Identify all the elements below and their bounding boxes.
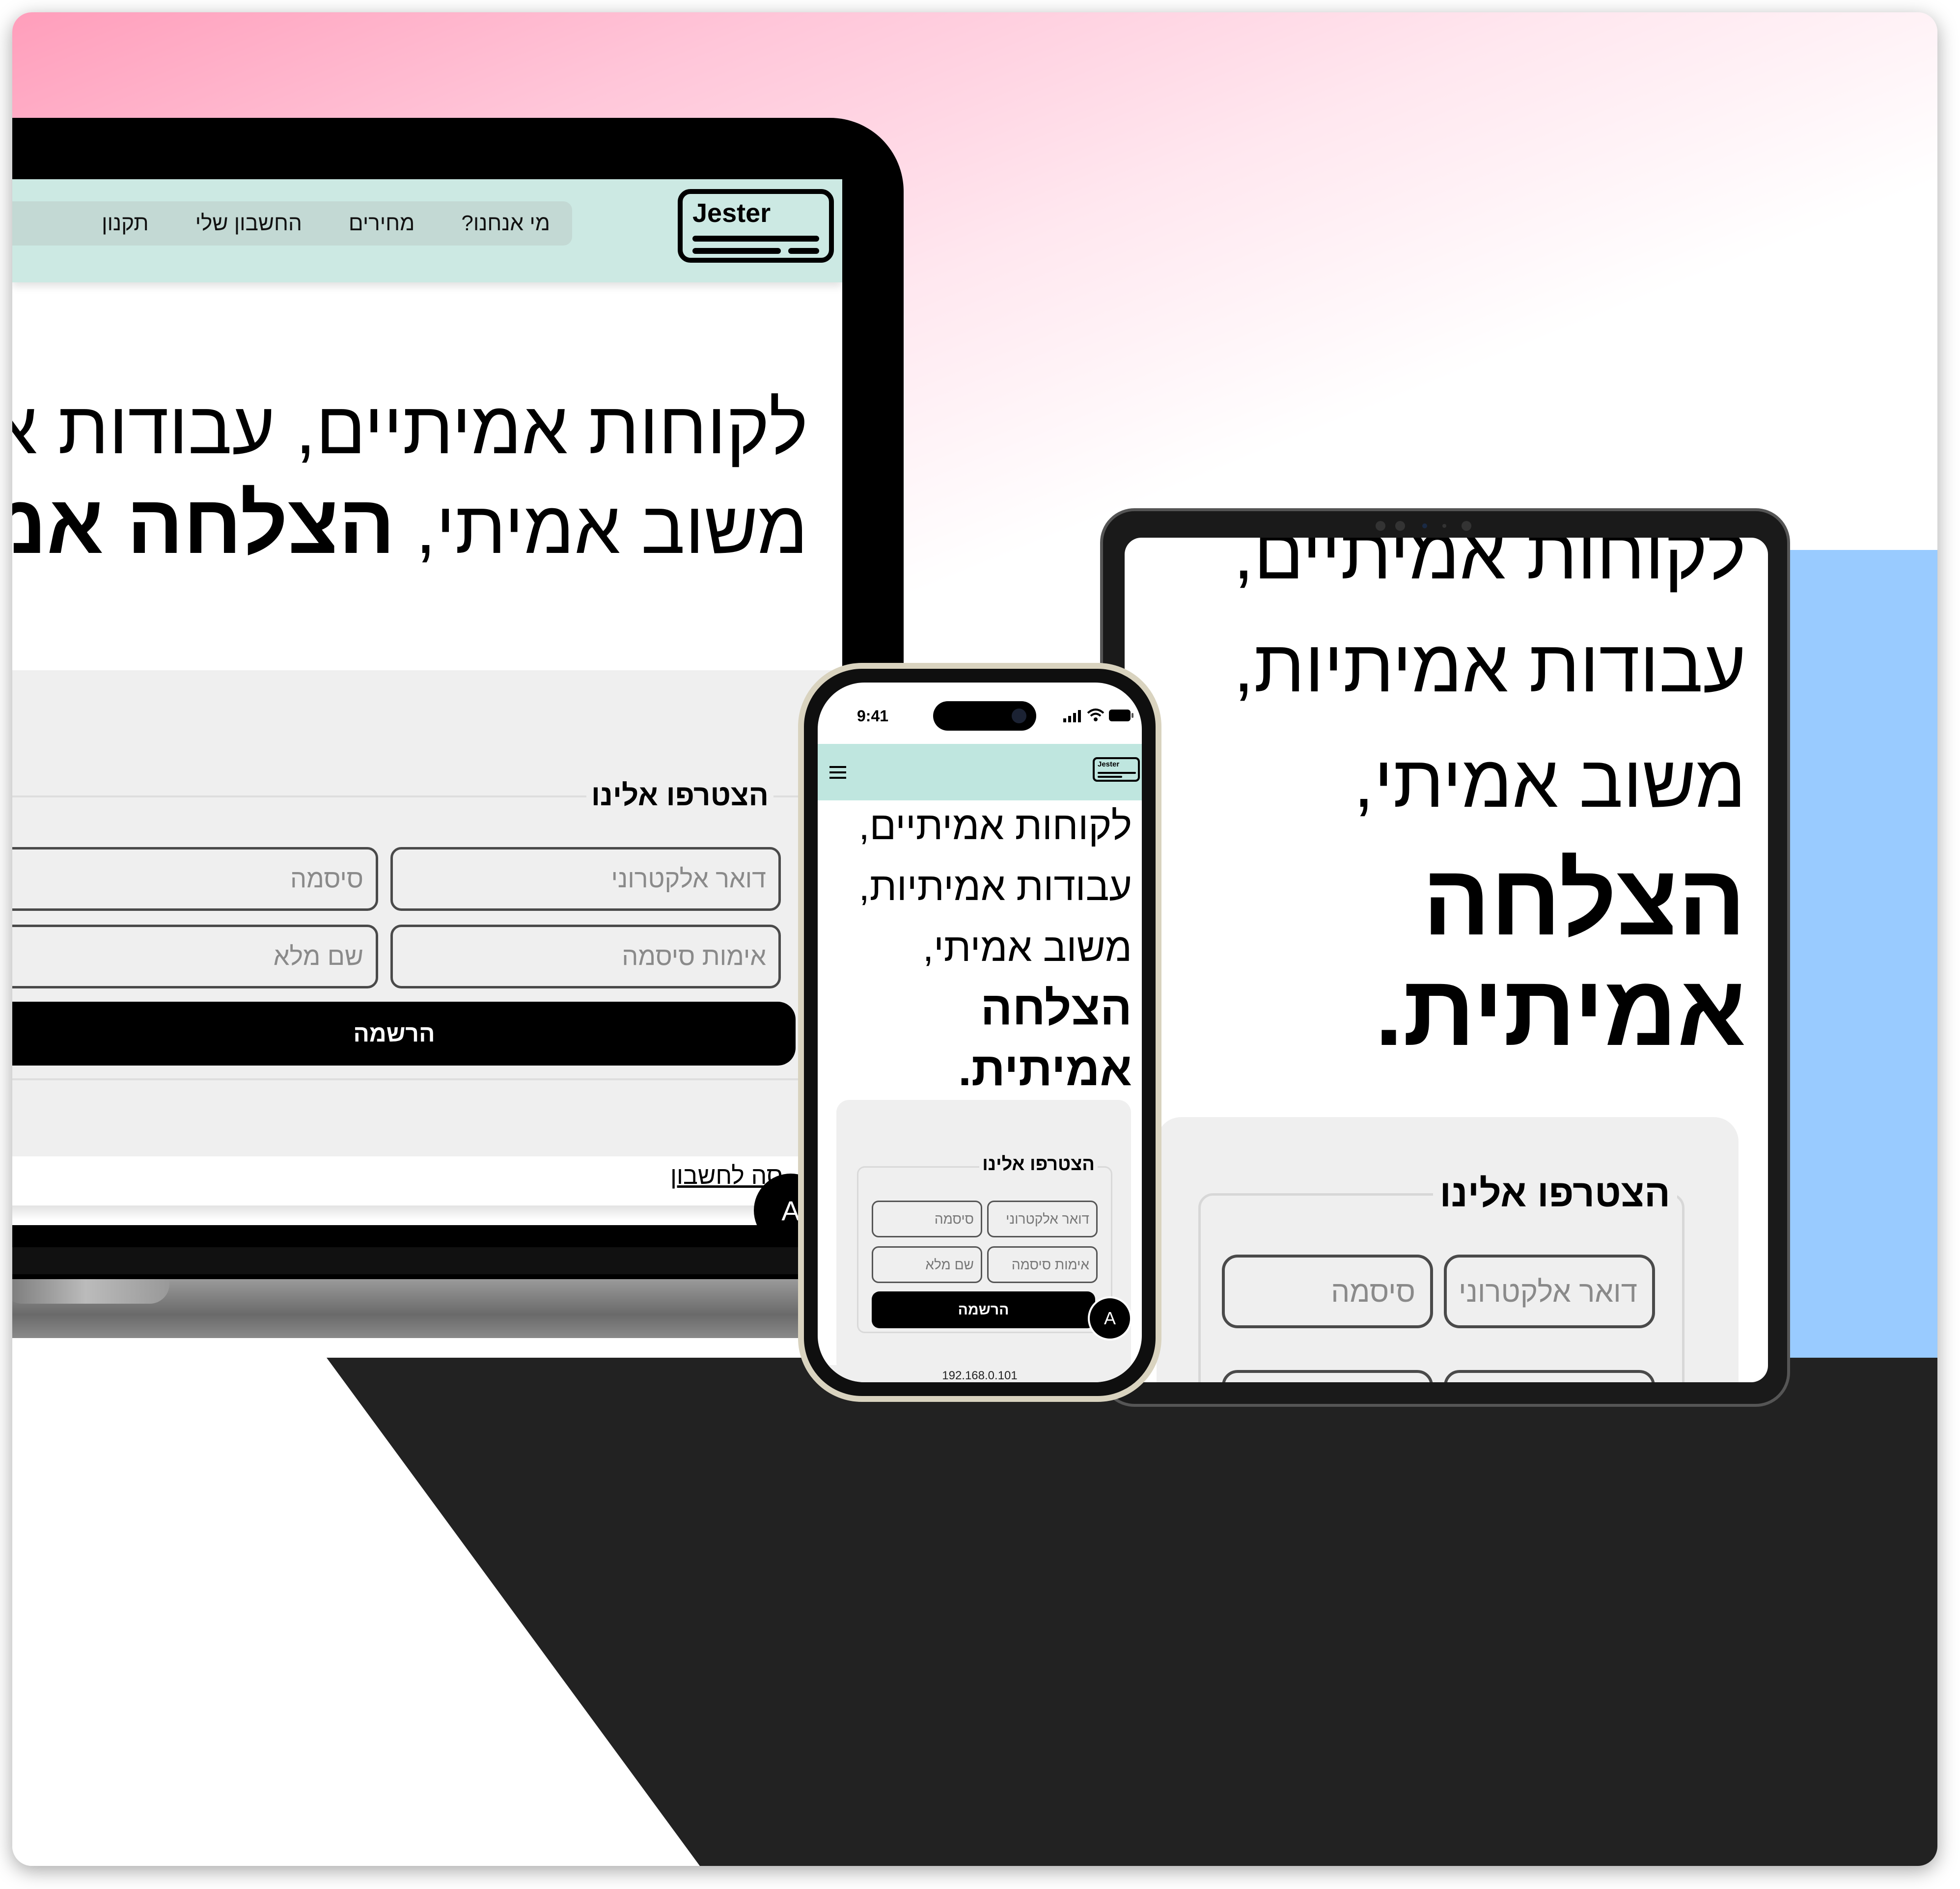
phone-signup-title: הצטרפו אלינו	[979, 1154, 1098, 1175]
tablet-hero-line-3: משוב אמיתי,	[1353, 740, 1746, 822]
jester-logo[interactable]: Jester	[678, 189, 834, 263]
laptop-hinge	[12, 1247, 842, 1274]
tablet-hero-line-1: לקוחות אמיתיים,	[1233, 538, 1746, 594]
phone-email-field[interactable]: דואר אלקטרוני	[987, 1201, 1098, 1237]
phone-logo-line-1	[1098, 772, 1136, 774]
site-header: Jester מי אנחנו? מחירים החשבון שלי תקנון	[12, 179, 842, 282]
nav-item-terms[interactable]: תקנון	[102, 211, 148, 236]
menu-icon[interactable]	[829, 765, 846, 780]
signup-title: הצטרפו אלינו	[586, 778, 773, 812]
phone-user-avatar[interactable]: A	[1088, 1296, 1132, 1341]
section-divider	[12, 1205, 842, 1220]
battery-icon	[1109, 710, 1133, 721]
tablet-email-field[interactable]: דואר אלקטרוני	[1444, 1255, 1655, 1328]
tablet-confirm-password-field[interactable]	[1444, 1370, 1655, 1382]
dynamic-island	[933, 701, 1036, 731]
logo-line-1	[692, 236, 819, 242]
phone-jester-logo[interactable]: Jester	[1093, 757, 1140, 782]
tablet-hero-bold-1: הצלחה	[1422, 844, 1746, 956]
logo-text: Jester	[692, 198, 771, 228]
phone-logo-text: Jester	[1098, 760, 1120, 768]
phone-logo-line-2	[1098, 776, 1122, 778]
phone-hero-bold-2: אמיתית.	[958, 1043, 1132, 1095]
wifi-icon	[1087, 709, 1104, 721]
hero-line-1: לקוחות אמיתיים, עבודות אמי	[12, 386, 808, 469]
phone-hero-line-1: לקוחות אמיתיים,	[858, 804, 1132, 848]
phone-url-text[interactable]: 192.168.0.101	[818, 1369, 1142, 1382]
phone-hero-line-2: עבודות אמיתיות,	[858, 865, 1132, 908]
phone-password-field[interactable]: סיסמה	[872, 1201, 982, 1237]
tablet-full-name-field[interactable]	[1222, 1370, 1433, 1382]
confirm-password-field[interactable]: אימות סיסמה	[390, 925, 781, 988]
phone-register-button[interactable]: הרשמה	[872, 1291, 1095, 1328]
phone-screen: 9:41 Jester לקוחות אמיתיים, עבודות אמיתי…	[818, 683, 1142, 1382]
tablet-hero-line-2: עבודות אמיתיות,	[1233, 625, 1746, 707]
register-button[interactable]: הרשמה	[12, 1002, 796, 1066]
front-camera-icon	[1012, 709, 1026, 723]
laptop-foot-highlight	[12, 1279, 169, 1304]
status-time: 9:41	[857, 707, 889, 725]
showcase-card: Jester מי אנחנו? מחירים החשבון שלי תקנון…	[12, 12, 1937, 1866]
tablet-camera-icon	[1376, 521, 1471, 531]
logo-line-3	[788, 248, 819, 254]
tablet-screen: לקוחות אמיתיים, עבודות אמיתיות, משוב אמי…	[1125, 538, 1768, 1382]
phone-confirm-password-field[interactable]: אימות סיסמה	[987, 1246, 1098, 1283]
hero-bold-text: הצלחה אמי	[12, 478, 395, 571]
full-name-field[interactable]: שם מלא	[12, 925, 378, 988]
password-field[interactable]: סיסמה	[12, 847, 378, 911]
phone-hero-line-3: משוב אמיתי,	[922, 926, 1132, 969]
hero-regular-text: משוב אמיתי,	[415, 486, 808, 569]
main-nav: מי אנחנו? מחירים החשבון שלי תקנון	[12, 201, 572, 246]
email-field[interactable]: דואר אלקטרוני	[390, 847, 781, 911]
phone-hero-bold-1: הצלחה	[980, 982, 1132, 1035]
phone-hero: לקוחות אמיתיים, עבודות אמיתיות, משוב אמי…	[858, 795, 1132, 1100]
phone-full-name-field[interactable]: שם מלא	[872, 1246, 982, 1283]
signal-icon	[1063, 710, 1081, 722]
tablet-hero-bold-2: אמיתית.	[1375, 954, 1746, 1067]
hero-line-2: משוב אמיתי, הצלחה אמי	[12, 476, 808, 573]
nav-item-about[interactable]: מי אנחנו?	[461, 211, 550, 236]
nav-item-pricing[interactable]: מחירים	[349, 211, 415, 236]
logo-line-2	[692, 248, 781, 254]
nav-item-my-account[interactable]: החשבון שלי	[195, 211, 302, 236]
tablet-password-field[interactable]: סיסמה	[1222, 1255, 1433, 1328]
tablet-signup-title: הצטרפו אלינו	[1433, 1171, 1677, 1216]
laptop-screen: Jester מי אנחנו? מחירים החשבון שלי תקנון…	[12, 179, 842, 1225]
